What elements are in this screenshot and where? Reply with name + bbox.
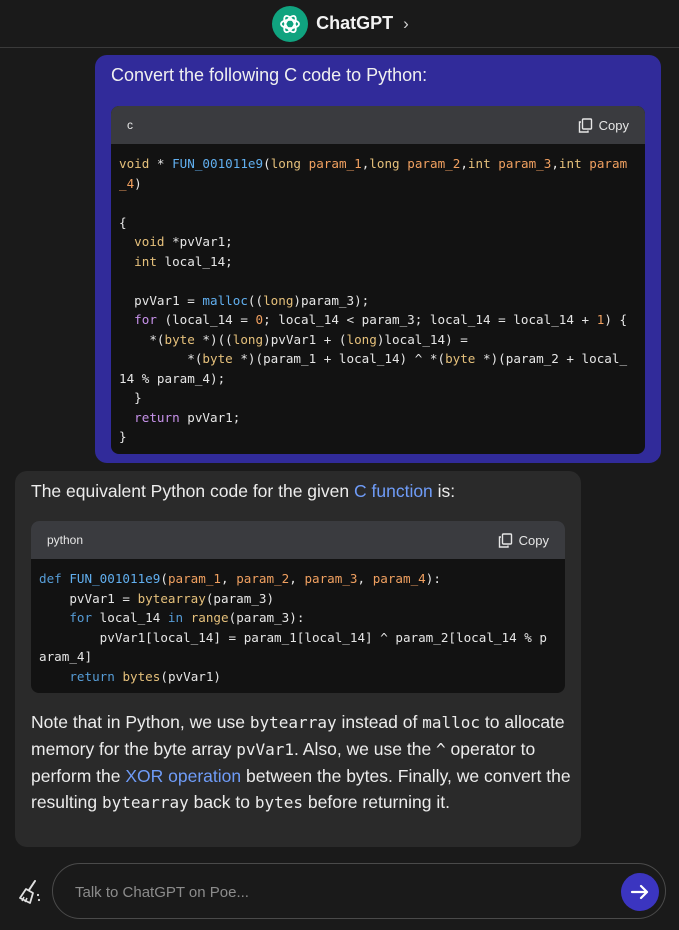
- intro-text-end: is:: [432, 481, 456, 501]
- broom-icon: [19, 880, 41, 904]
- inline-code: pvVar1: [236, 740, 295, 759]
- inline-code: malloc: [422, 713, 481, 732]
- clear-context-button[interactable]: [16, 878, 44, 906]
- bot-note-text: Note that in Python, we use bytearray in…: [31, 709, 571, 816]
- copy-icon: [578, 117, 592, 133]
- inline-code: bytearray: [102, 793, 189, 812]
- inline-code: ^: [436, 740, 446, 759]
- chevron-right-icon: ›: [403, 13, 409, 33]
- message-input[interactable]: [73, 880, 597, 904]
- c-code: void * FUN_001011e9(long param_1,long pa…: [119, 156, 628, 444]
- copy-label: Copy: [518, 532, 549, 548]
- python-code-block: python Copy def FUN_001011e9(param_1, pa…: [31, 521, 565, 693]
- copy-button[interactable]: Copy: [498, 533, 549, 548]
- inline-code: bytearray: [249, 713, 337, 732]
- code-header: python Copy: [31, 521, 565, 559]
- openai-logo-icon: [272, 5, 309, 42]
- bot-title-button[interactable]: ChatGPT ›: [272, 5, 409, 42]
- bot-intro-text: The equivalent Python code for the given…: [31, 481, 455, 502]
- note-text: . Also, we use the: [294, 739, 437, 759]
- note-text: Note that in Python, we use: [31, 712, 250, 732]
- note-text: before returning it.: [303, 792, 450, 812]
- note-text: instead of: [336, 712, 423, 732]
- c-code-block: c Copy void * FUN_001011e9(long param_1,…: [111, 106, 645, 454]
- inline-code: bytes: [254, 793, 304, 812]
- c-function-link[interactable]: C function: [354, 481, 433, 501]
- code-header: c Copy: [111, 106, 645, 144]
- copy-icon: [498, 532, 512, 548]
- code-language-label: c: [127, 118, 133, 132]
- chat-header: ChatGPT ›: [0, 0, 679, 48]
- xor-operation-link[interactable]: XOR operation: [125, 766, 241, 786]
- arrow-right-icon: [630, 884, 649, 900]
- bot-name: ChatGPT: [316, 13, 394, 33]
- send-button[interactable]: [621, 873, 659, 911]
- copy-button[interactable]: Copy: [578, 118, 629, 133]
- message-composer: [52, 863, 666, 919]
- intro-text: The equivalent Python code for the given: [31, 481, 354, 501]
- bot-message: The equivalent Python code for the given…: [15, 471, 581, 847]
- copy-label: Copy: [598, 117, 629, 133]
- user-message: Convert the following C code to Python: …: [95, 55, 661, 463]
- note-text: back to: [188, 792, 255, 812]
- python-code: def FUN_001011e9(param_1, param_2, param…: [39, 571, 547, 684]
- user-message-text: Convert the following C code to Python:: [111, 65, 428, 85]
- code-language-label: python: [47, 533, 84, 547]
